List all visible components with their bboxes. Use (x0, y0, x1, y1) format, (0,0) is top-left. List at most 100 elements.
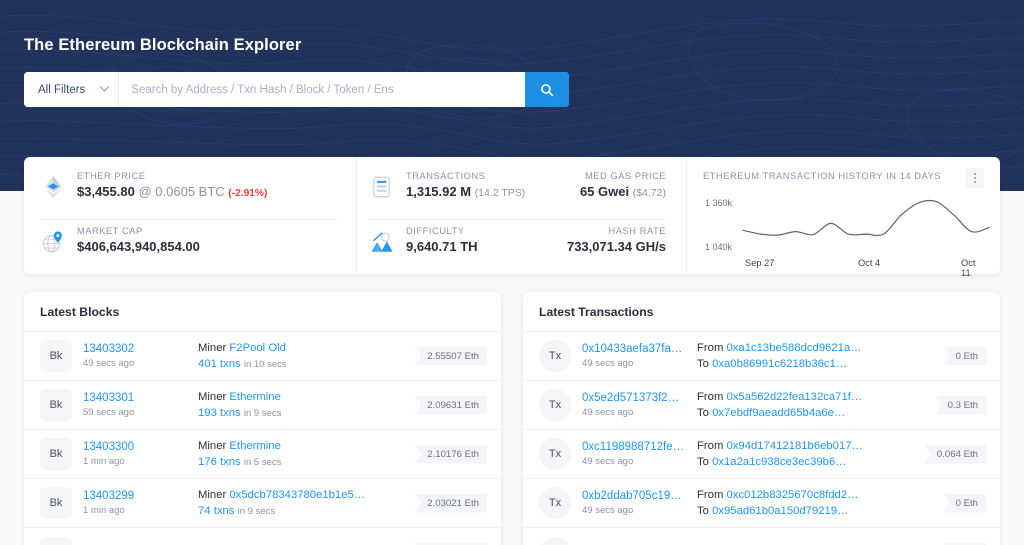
search-input[interactable] (119, 72, 525, 107)
transaction-parties-cell: From 0xc012b8325670c8fdd2… To 0x95ad61b0… (697, 489, 932, 517)
block-duration: in 9 secs (238, 506, 276, 517)
stats-column-chart: ETHEREUM TRANSACTION HISTORY IN 14 DAYS … (686, 157, 1000, 274)
transactions-tps: (14.2 TPS) (475, 187, 526, 199)
block-miner-cell: Miner Ethermine 176 txns in 5 secs (198, 440, 403, 468)
page-title: The Ethereum Blockchain Explorer (24, 36, 1024, 55)
kebab-dot (974, 173, 976, 175)
transaction-to-line: To 0xa0b86991c6218b36c1… (697, 358, 932, 370)
kebab-dot (974, 177, 976, 179)
table-row[interactable]: Tx 0x10433aefa37fa… 49 secs ago From 0xa… (523, 332, 1000, 381)
block-miner-line: Miner 0x5dcb78343780e1b1e5… (198, 489, 403, 501)
chart-xtick-1: Oct 4 (858, 258, 880, 268)
block-txns-line: 176 txns in 5 secs (198, 456, 403, 468)
block-miner-cell: Miner F2Pool Old 401 txns in 10 secs (198, 342, 403, 370)
all-filters-label: All Filters (38, 84, 85, 96)
transaction-badge: Tx (539, 537, 571, 545)
to-label: To (697, 456, 709, 468)
table-row[interactable]: Tx 0xb2ddab705c19… 49 secs ago From 0xc0… (523, 479, 1000, 528)
to-address-link[interactable]: 0x1a2a1c938ce3ec39b6… (712, 456, 846, 468)
latest-transactions-list: Tx 0x10433aefa37fa… 49 secs ago From 0xa… (523, 332, 1000, 545)
table-row[interactable]: Tx 0x5e2d571373f2… 49 secs ago From 0x5a… (523, 381, 1000, 430)
transaction-to-line: To 0x1a2a1c938ce3ec39b6… (697, 456, 913, 468)
ether-price-value: $3,455.80 @ 0.0605 BTC (-2.91%) (77, 184, 267, 199)
transaction-value-tag: 0 Eth (943, 347, 986, 366)
transaction-badge: Tx (539, 389, 571, 421)
transaction-from-line: From 0x94d17412181b6eb017… (697, 440, 913, 452)
search-button[interactable] (525, 72, 569, 107)
transaction-value-tag: 0.064 Eth (924, 445, 986, 464)
block-txns-link[interactable]: 74 txns (198, 505, 234, 517)
from-address-link[interactable]: 0x5a562d22fea132ca71f… (727, 391, 863, 403)
block-number-link[interactable]: 13403301 (83, 392, 187, 404)
block-number-link[interactable]: 13403300 (83, 441, 187, 453)
to-label: To (697, 358, 709, 370)
to-address-link[interactable]: 0x7ebdf9aeadd65b4a6e… (712, 407, 845, 419)
from-address-link[interactable]: 0x94d17412181b6eb017… (727, 440, 863, 452)
ether-price-btc: 0.0605 BTC (155, 184, 224, 199)
search-icon (540, 83, 554, 97)
chart-header: ETHEREUM TRANSACTION HISTORY IN 14 DAYS (703, 171, 984, 188)
to-address-link[interactable]: 0xa0b86991c6218b36c1… (712, 358, 847, 370)
from-label: From (697, 342, 723, 354)
miner-link[interactable]: 0x5dcb78343780e1b1e5… (229, 489, 365, 501)
latest-transactions-title: Latest Transactions (539, 305, 984, 319)
table-row[interactable]: Tx 0xcd25c5169ac9… From 0x0305c70514d33b… (523, 528, 1000, 545)
miner-label: Miner (198, 440, 226, 452)
from-address-link[interactable]: 0xc012b8325670c8fdd2… (727, 489, 859, 501)
table-row[interactable]: Bk 13403299 1 min ago Miner 0x5dcb783437… (24, 479, 501, 528)
market-cap-value: $406,643,940,854.00 (77, 239, 200, 254)
to-label: To (697, 407, 709, 419)
transaction-badge: Tx (539, 487, 571, 519)
difficulty-value: 9,640.71 TH (406, 239, 478, 254)
block-reward-tag: 2.03021 Eth (414, 494, 487, 513)
latest-blocks-panel: Latest Blocks Bk 13403302 49 secs ago Mi… (24, 292, 501, 545)
block-number-link[interactable]: 13403299 (83, 490, 187, 502)
transaction-hash-link[interactable]: 0xb2ddab705c19… (582, 490, 686, 502)
table-row[interactable]: Tx 0xc1198988712fe… 49 secs ago From 0x9… (523, 430, 1000, 479)
block-id-cell: 13403300 1 min ago (83, 441, 187, 467)
transaction-age: 49 secs ago (582, 456, 686, 467)
block-txns-link[interactable]: 176 txns (198, 456, 241, 468)
to-address-link[interactable]: 0x95ad61b0a150d79219… (712, 505, 848, 517)
miner-link[interactable]: Ethermine (229, 391, 281, 403)
difficulty-label: DIFFICULTY (406, 226, 478, 236)
kebab-dot (974, 181, 976, 183)
transaction-hash-link[interactable]: 0x10433aefa37fa… (582, 343, 686, 355)
chart-xtick-2: Oct 11 (961, 258, 984, 278)
hash-rate-value: 733,071.34 GH/s (567, 239, 666, 254)
transactions-count: 1,315.92 M (406, 184, 471, 199)
chart-line-plot (703, 192, 993, 256)
med-gas-price-usd: ($4.72) (633, 187, 666, 199)
miner-label: Miner (198, 391, 226, 403)
chart-menu-button[interactable] (966, 168, 984, 188)
table-row[interactable]: Bk 13403300 1 min ago Miner Ethermine 17… (24, 430, 501, 479)
table-row[interactable]: Bk 13403301 59 secs ago Miner Ethermine … (24, 381, 501, 430)
transaction-badge: Tx (539, 340, 571, 372)
stat-divider (40, 219, 338, 220)
all-filters-dropdown[interactable]: All Filters (24, 72, 119, 107)
ether-price-usd: $3,455.80 (77, 184, 135, 199)
miner-link[interactable]: Ethermine (229, 440, 281, 452)
chart-xtick-0: Sep 27 (745, 258, 774, 268)
table-row[interactable]: Bk 13403302 49 secs ago Miner F2Pool Old… (24, 332, 501, 381)
miner-link[interactable]: F2Pool Old (229, 342, 286, 354)
transaction-to-line: To 0x95ad61b0a150d79219… (697, 505, 932, 517)
from-address-link[interactable]: 0xa1c13be588dcd9621a… (727, 342, 862, 354)
transaction-hash-link[interactable]: 0xc1198988712fe… (582, 441, 686, 453)
mountain-pickaxe-icon (369, 229, 395, 255)
stats-column-price: ETHER PRICE $3,455.80 @ 0.0605 BTC (-2.9… (24, 157, 356, 274)
block-number-link[interactable]: 13403302 (83, 343, 187, 355)
from-label: From (697, 391, 723, 403)
from-label: From (697, 489, 723, 501)
transaction-hash-link[interactable]: 0x5e2d571373f2… (582, 392, 686, 404)
block-txns-link[interactable]: 401 txns (198, 358, 241, 370)
transaction-to-line: To 0x7ebdf9aeadd65b4a6e… (697, 407, 924, 419)
block-age: 1 min ago (83, 505, 187, 516)
block-txns-link[interactable]: 193 txns (198, 407, 241, 419)
block-age: 59 secs ago (83, 407, 187, 418)
block-duration: in 5 secs (244, 457, 282, 468)
transactions-stat: TRANSACTIONS 1,315.92 M (14.2 TPS) MED G… (369, 171, 666, 215)
table-row[interactable]: Bk 13403298 Miner 2Miners: PPLNS 2.35702… (24, 528, 501, 545)
med-gas-price-label: MED GAS PRICE (580, 171, 666, 181)
transaction-hash-cell: 0x5e2d571373f2… 49 secs ago (582, 392, 686, 418)
